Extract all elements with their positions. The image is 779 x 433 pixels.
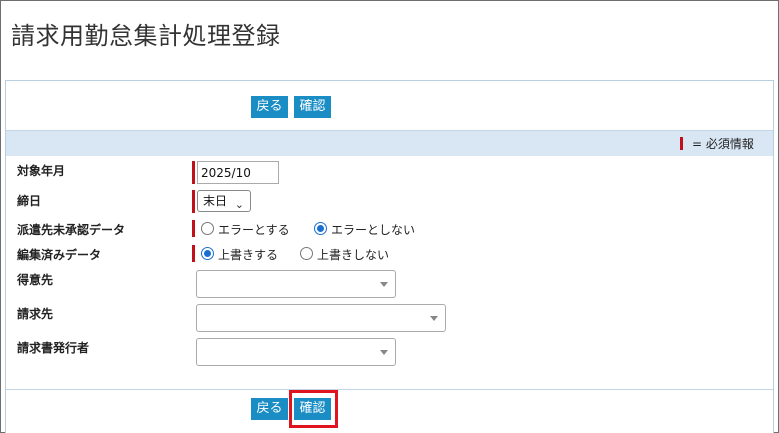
closing-day-select[interactable]: 末日 ⌄ xyxy=(197,190,251,212)
required-legend: = 必須情報 xyxy=(692,137,754,151)
chevron-down-icon: ⌄ xyxy=(234,198,244,211)
dropdown-arrow-icon xyxy=(380,350,388,355)
customer-select[interactable] xyxy=(196,270,396,298)
required-mark-icon xyxy=(192,245,195,262)
closing-day-label: 締日 xyxy=(17,194,42,208)
billing-to-select[interactable] xyxy=(196,304,446,332)
bottom-separator xyxy=(6,389,773,390)
required-mark-icon xyxy=(680,137,683,150)
edited-option-overwrite: 上書きする xyxy=(218,248,279,262)
edited-option-no-overwrite: 上書きしない xyxy=(317,248,390,262)
unapproved-label: 派遣先未承認データ xyxy=(17,223,126,237)
required-mark-icon xyxy=(192,190,195,213)
edited-label: 編集済みデータ xyxy=(17,248,102,262)
dropdown-arrow-icon xyxy=(430,316,438,321)
issuer-label: 請求書発行者 xyxy=(17,341,90,355)
required-mark-icon xyxy=(192,161,195,184)
target-month-input[interactable] xyxy=(197,161,279,184)
page-title: 請求用勤怠集計処理登録 xyxy=(11,22,281,50)
edited-radio-overwrite[interactable] xyxy=(201,247,214,260)
legend-bar xyxy=(6,130,773,156)
unapproved-option-no-error: エラーとしない xyxy=(331,223,416,237)
unapproved-option-error: エラーとする xyxy=(218,223,290,237)
dropdown-arrow-icon xyxy=(380,282,388,287)
closing-day-value: 末日 xyxy=(203,194,228,208)
target-month-label: 対象年月 xyxy=(17,164,66,178)
back-button-top[interactable]: 戻る xyxy=(251,96,288,118)
unapproved-radio-error[interactable] xyxy=(201,222,214,235)
customer-label: 得意先 xyxy=(17,273,54,287)
edited-radio-no-overwrite[interactable] xyxy=(300,247,313,260)
required-mark-icon xyxy=(192,220,195,237)
back-button-bottom[interactable]: 戻る xyxy=(251,398,288,420)
confirm-button-top[interactable]: 確認 xyxy=(294,96,331,118)
issuer-select[interactable] xyxy=(196,338,396,366)
unapproved-radio-no-error[interactable] xyxy=(314,222,327,235)
confirm-highlight-box xyxy=(289,390,338,428)
billing-to-label: 請求先 xyxy=(17,307,54,321)
